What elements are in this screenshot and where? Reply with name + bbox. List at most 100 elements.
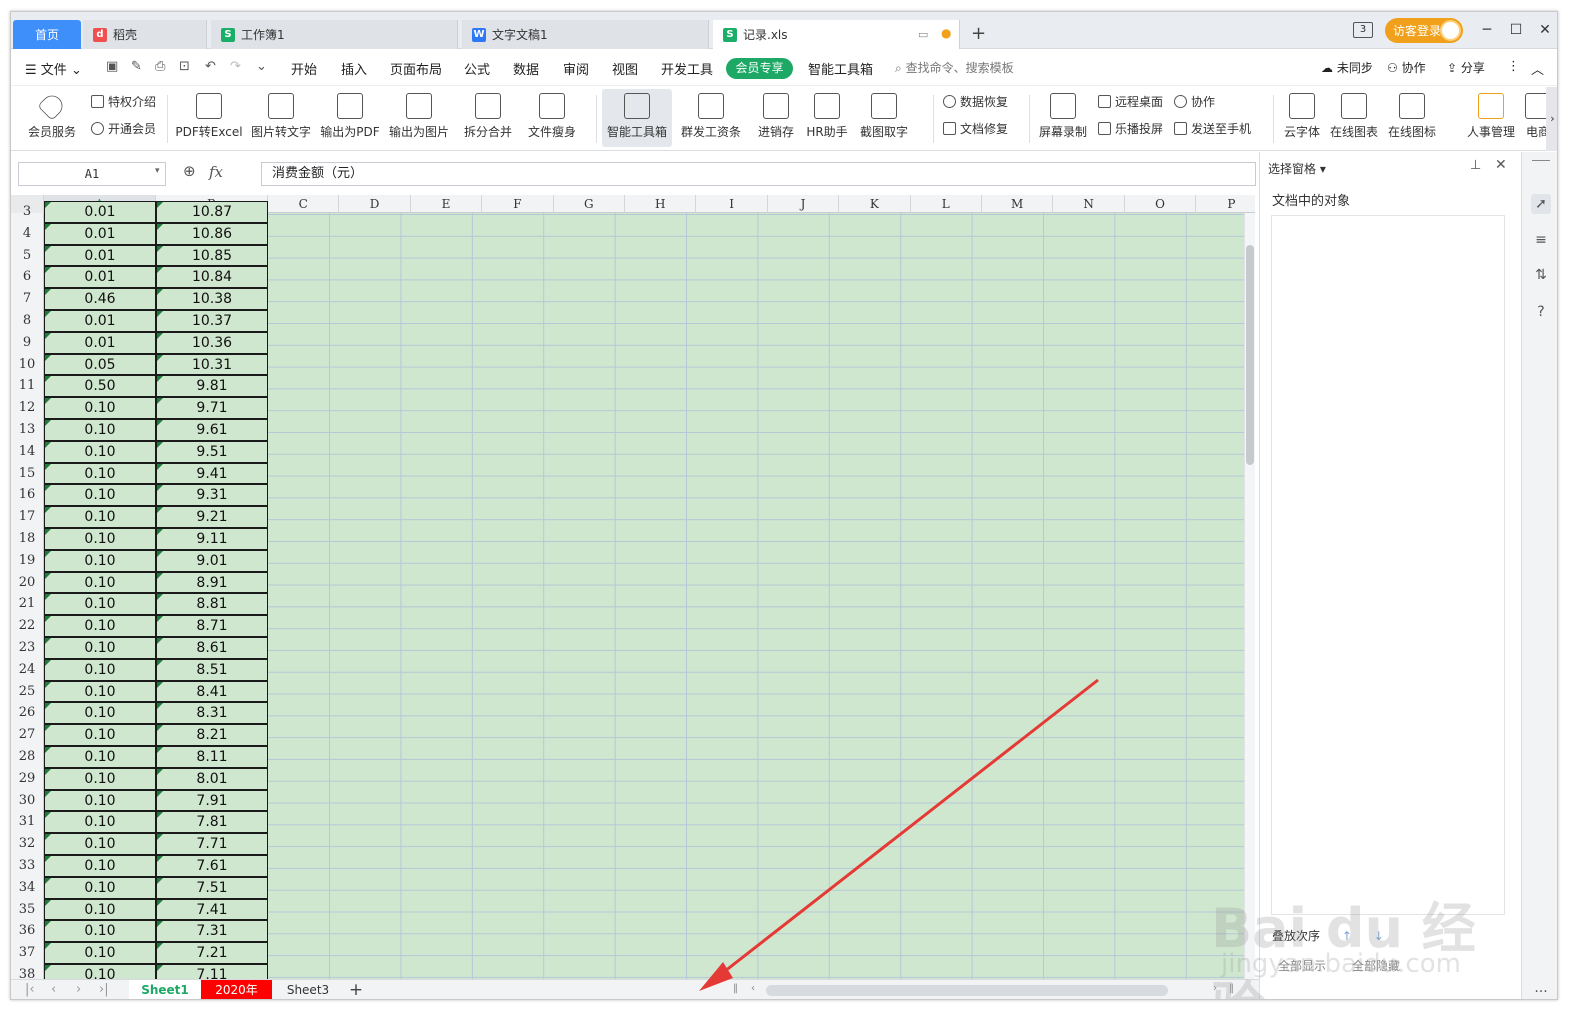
row-header[interactable]: 30	[11, 790, 43, 812]
customize-dropdown-icon[interactable]: ⌄	[256, 59, 267, 74]
cell-b[interactable]: 8.81	[156, 593, 268, 616]
cell-b[interactable]: 8.51	[156, 658, 268, 681]
cell-a[interactable]: 0.10	[44, 833, 156, 855]
row-header[interactable]: 29	[11, 768, 43, 790]
row-header[interactable]: 11	[11, 375, 43, 397]
menu-view[interactable]: 视图	[612, 59, 638, 78]
column-header-j[interactable]: J	[768, 195, 840, 213]
cell-b[interactable]: 8.91	[156, 571, 268, 594]
cell-a[interactable]: 0.01	[44, 222, 156, 245]
row-header[interactable]: 13	[11, 419, 43, 441]
row-header[interactable]: 3	[11, 201, 43, 223]
row-header[interactable]: 32	[11, 833, 43, 855]
cursor-icon[interactable]: ➚	[1531, 194, 1551, 214]
sync-status[interactable]: ☁ 未同步	[1321, 59, 1373, 76]
inventory-button[interactable]: 进销存	[754, 89, 798, 147]
fx-icon[interactable]: fx	[209, 163, 223, 181]
row-header[interactable]: 27	[11, 724, 43, 746]
cell-b[interactable]: 8.21	[156, 724, 268, 746]
close-pane-icon[interactable]: ✕	[1495, 157, 1507, 173]
cell-b[interactable]: 7.71	[156, 833, 268, 855]
print-preview-icon[interactable]: ⊡	[179, 59, 190, 74]
prev-sheet-icon[interactable]: ‹	[51, 982, 56, 997]
maximize-button[interactable]: ☐	[1506, 20, 1526, 40]
cell-a[interactable]: 0.10	[44, 746, 156, 768]
cell-a[interactable]: 0.10	[44, 964, 156, 979]
close-button[interactable]: ✕	[1535, 20, 1555, 40]
row-header[interactable]: 5	[11, 245, 43, 267]
collapse-ribbon-icon[interactable]: ︿	[1531, 59, 1544, 78]
objects-list[interactable]	[1271, 215, 1505, 915]
row-header[interactable]: 6	[11, 266, 43, 288]
sheet-tab-2020[interactable]: 2020年	[201, 980, 272, 999]
guest-login-button[interactable]: 访客登录	[1385, 18, 1463, 43]
row-header[interactable]: 16	[11, 484, 43, 506]
cell-b[interactable]: 7.11	[156, 964, 268, 979]
menu-review[interactable]: 审阅	[563, 59, 589, 78]
collab-button[interactable]: ⚇ 协作	[1387, 59, 1426, 76]
cell-a[interactable]: 0.10	[44, 571, 156, 594]
cell-a[interactable]: 0.10	[44, 811, 156, 834]
cell-b[interactable]: 9.81	[156, 375, 268, 398]
cell-a[interactable]: 0.01	[44, 244, 156, 267]
cell-a[interactable]: 0.10	[44, 397, 156, 419]
tab-records-xls[interactable]: S 记录.xls ▭ ●	[713, 20, 960, 49]
cell-b[interactable]: 10.84	[156, 266, 268, 289]
cell-a[interactable]: 0.10	[44, 898, 156, 921]
cell-a[interactable]: 0.10	[44, 789, 156, 812]
cell-b[interactable]: 10.37	[156, 310, 268, 332]
row-header[interactable]: 7	[11, 288, 43, 310]
cell-b[interactable]: 7.41	[156, 898, 268, 921]
cell-a[interactable]: 0.10	[44, 462, 156, 485]
cell-a[interactable]: 0.01	[44, 331, 156, 354]
column-header-d[interactable]: D	[339, 195, 411, 213]
menu-smart-toolbox[interactable]: 智能工具箱	[808, 59, 873, 78]
pin-icon[interactable]: ⊥	[1470, 158, 1481, 173]
cell-b[interactable]: 7.51	[156, 876, 268, 899]
tab-wordfile1[interactable]: W 文字文稿1	[462, 20, 709, 49]
save-icon[interactable]: ▣	[106, 59, 118, 74]
drag-handle[interactable]	[1532, 160, 1550, 161]
cell-a[interactable]: 0.01	[44, 201, 156, 223]
row-header[interactable]: 28	[11, 746, 43, 768]
zoom-icon[interactable]: ⊕	[183, 162, 196, 180]
column-header-m[interactable]: M	[982, 195, 1054, 213]
cell-b[interactable]: 9.11	[156, 528, 268, 550]
open-member-button[interactable]: 开通会员	[91, 120, 156, 137]
cell-b[interactable]: 10.86	[156, 222, 268, 245]
pane-title[interactable]: 选择窗格 ▾	[1268, 160, 1326, 177]
share-button[interactable]: ⇪ 分享	[1447, 59, 1485, 76]
sheet-tab-sheet3[interactable]: Sheet3	[276, 980, 340, 999]
menu-start[interactable]: 开始	[291, 59, 317, 78]
row-header[interactable]: 37	[11, 942, 43, 964]
column-header-f[interactable]: F	[482, 195, 554, 213]
menu-page-layout[interactable]: 页面布局	[390, 59, 442, 78]
last-sheet-icon[interactable]: ›|	[99, 982, 109, 997]
doc-repair-button[interactable]: 文档修复	[943, 120, 1008, 137]
hr-assistant-button[interactable]: HR助手	[802, 89, 852, 147]
cell-b[interactable]: 10.87	[156, 201, 268, 223]
menu-formula[interactable]: 公式	[464, 59, 490, 78]
sliders-icon[interactable]: ≡	[1531, 230, 1551, 250]
row-header[interactable]: 20	[11, 572, 43, 594]
cell-a[interactable]: 0.10	[44, 855, 156, 877]
formula-input[interactable]: 消费金额（元）	[261, 162, 1256, 186]
row-header[interactable]: 4	[11, 223, 43, 245]
row-header[interactable]: 14	[11, 441, 43, 463]
row-header[interactable]: 26	[11, 702, 43, 724]
cell-b[interactable]: 7.31	[156, 920, 268, 943]
cell-b[interactable]: 7.21	[156, 942, 268, 964]
cell-b[interactable]: 9.51	[156, 440, 268, 463]
cell-b[interactable]: 9.61	[156, 419, 268, 441]
cell-a[interactable]: 0.10	[44, 506, 156, 528]
transform-icon[interactable]: ⇅	[1531, 265, 1551, 285]
row-header[interactable]: 8	[11, 310, 43, 332]
row-header[interactable]: 18	[11, 528, 43, 550]
column-header-k[interactable]: K	[839, 195, 911, 213]
screenshot-ocr-button[interactable]: 截图取字	[854, 89, 914, 147]
row-header[interactable]: 34	[11, 877, 43, 899]
cell-b[interactable]: 9.21	[156, 506, 268, 528]
remote-desktop-button[interactable]: 远程桌面	[1098, 93, 1163, 110]
cell-b[interactable]: 9.41	[156, 462, 268, 485]
cell-a[interactable]: 0.10	[44, 615, 156, 637]
